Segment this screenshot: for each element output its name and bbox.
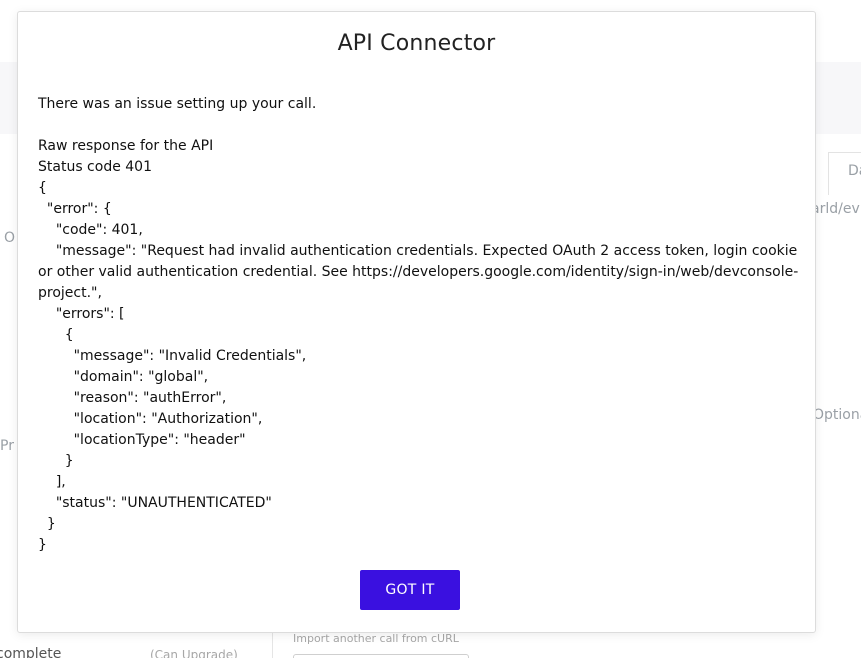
status-code-text: Status code 401 <box>38 159 152 175</box>
background-upgrade-link[interactable]: (Can Upgrade) <box>150 648 238 658</box>
background-left-label-2: Pr <box>0 438 14 454</box>
modal-title: API Connector <box>337 31 496 56</box>
raw-response-label: Raw response for the API <box>38 138 214 154</box>
api-connector-modal: API Connector There was an issue setting… <box>17 11 816 633</box>
background-import-label: Import another call from cURL <box>293 632 459 645</box>
page: Da arld/ev O Optiona Pr complete (Can Up… <box>0 0 861 658</box>
background-left-label: O <box>4 230 16 246</box>
modal-body: There was an issue setting up your call.… <box>38 94 803 556</box>
got-it-button[interactable]: GOT IT <box>360 570 460 610</box>
raw-response-json: { "error": { "code": 401, "message": "Re… <box>38 180 799 553</box>
background-tab-label: Da <box>848 163 861 179</box>
background-curl-input[interactable] <box>293 654 469 658</box>
background-url-text: arld/ev <box>811 201 860 217</box>
background-divider <box>272 632 273 658</box>
background-complete-label: complete <box>0 646 62 658</box>
error-intro-text: There was an issue setting up your call. <box>38 96 317 112</box>
background-optional-label: Optiona <box>813 407 861 423</box>
